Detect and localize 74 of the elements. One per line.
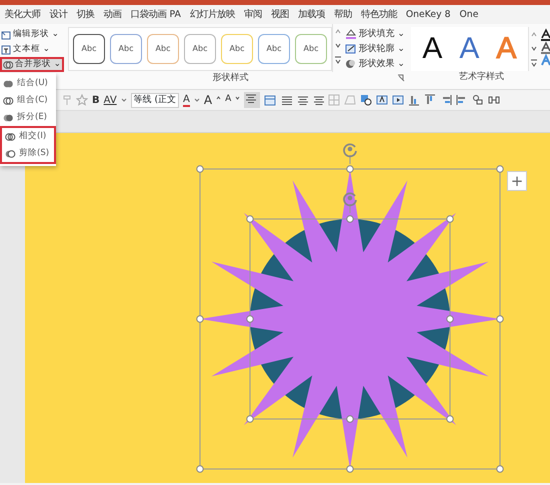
merge-shapes-icon xyxy=(3,60,13,70)
edit-shape-icon xyxy=(1,30,11,40)
group-label: 艺术字样式 xyxy=(458,71,506,84)
calendar-icon[interactable] xyxy=(264,94,276,106)
style-preset[interactable]: Abc xyxy=(110,34,142,64)
ribbon-tab[interactable]: One xyxy=(454,5,483,24)
ribbon-button[interactable]: 形状效果 ⌄ xyxy=(344,56,405,72)
ribbon-tab[interactable]: OneKey 8 xyxy=(401,5,455,24)
style-preset[interactable]: Abc xyxy=(221,34,253,64)
group-label: 形状样式 xyxy=(211,72,250,84)
star-icon[interactable] xyxy=(76,94,88,106)
ribbon-tab[interactable]: 帮助 xyxy=(329,5,356,24)
ribbon-tab[interactable]: 设计 xyxy=(45,5,72,24)
menu-item[interactable]: 结合(U) xyxy=(0,75,56,92)
bold-button[interactable]: B xyxy=(92,92,100,108)
menu-item[interactable]: 剪除(S) xyxy=(2,145,54,162)
ribbon-tab[interactable]: 加载项 xyxy=(293,5,330,24)
menu-item[interactable]: 组合(C) xyxy=(0,92,56,109)
decrease-font-button[interactable]: A xyxy=(225,93,232,107)
font-color-button[interactable]: A xyxy=(183,94,190,106)
align-left-icon[interactable] xyxy=(296,94,308,106)
outline-pen-icon xyxy=(344,43,356,55)
combine-icon xyxy=(3,96,14,106)
dialog-launcher-icon[interactable] xyxy=(396,74,405,82)
ribbon-tab[interactable]: 动画 xyxy=(99,5,126,24)
fragment-icon xyxy=(3,112,14,122)
align-right-icon[interactable] xyxy=(312,94,324,106)
increase-font-button[interactable]: A xyxy=(204,91,212,109)
arrange-icon[interactable] xyxy=(360,94,372,106)
fill-bucket-icon xyxy=(344,28,356,40)
align-top-icon[interactable] xyxy=(424,94,436,106)
menu-item[interactable]: 拆分(E) xyxy=(0,109,56,126)
style-preset[interactable]: Abc xyxy=(147,34,179,64)
text-box-icon[interactable] xyxy=(376,94,388,106)
group-icon[interactable] xyxy=(472,94,484,106)
ribbon-tab[interactable]: 口袋动画 PA xyxy=(126,5,186,24)
intersect-icon xyxy=(5,132,16,142)
font-field[interactable]: 等线 (正文 xyxy=(130,92,180,108)
menu-item[interactable]: 相交(I) xyxy=(2,128,54,145)
character-spacing-button[interactable]: AV xyxy=(104,92,117,108)
selection-frame[interactable] xyxy=(246,215,454,423)
align-justify-icon[interactable] xyxy=(280,94,292,106)
wordart-preset[interactable]: A xyxy=(450,34,488,64)
ribbon-tab[interactable]: 美化大师 xyxy=(0,5,45,24)
ribbon-tab[interactable]: 幻灯片放映 xyxy=(185,5,240,24)
text-box-icon xyxy=(1,44,11,54)
ribbon-tab[interactable]: 视图 xyxy=(266,5,294,24)
style-preset[interactable]: Abc xyxy=(184,34,216,64)
text-fill-icon[interactable] xyxy=(540,28,550,41)
rotate-handle[interactable] xyxy=(343,143,357,164)
subtract-icon xyxy=(5,148,16,158)
style-preset[interactable]: Abc xyxy=(73,34,105,64)
add-button[interactable]: + xyxy=(507,171,527,191)
ribbon-button[interactable]: 编辑形状 ⌄ xyxy=(0,27,64,42)
shape-effects-icon xyxy=(344,58,356,70)
style-preset[interactable]: Abc xyxy=(295,34,327,64)
ribbon-tab[interactable]: 特色功能 xyxy=(356,5,402,24)
style-preset[interactable]: Abc xyxy=(258,34,290,64)
ribbon-button[interactable]: 形状轮廓 ⌄ xyxy=(344,42,405,56)
rotate-handle[interactable] xyxy=(343,192,357,214)
ribbon-button[interactable]: 文本框 ⌄ xyxy=(0,42,64,57)
distribute-icon[interactable] xyxy=(488,94,500,106)
play-box-icon[interactable] xyxy=(392,94,404,106)
text-effects-icon[interactable] xyxy=(540,54,550,67)
wordart-preset[interactable]: A xyxy=(414,34,451,64)
ribbon-tab[interactable]: 审阅 xyxy=(239,5,266,24)
ribbon-tab[interactable]: 切换 xyxy=(72,5,99,24)
align-center-icon[interactable] xyxy=(244,92,260,108)
align-bottom-icon[interactable] xyxy=(408,94,420,106)
text-outline-icon[interactable] xyxy=(540,41,550,54)
align-right-edge-icon[interactable] xyxy=(440,94,452,106)
union-icon xyxy=(3,78,14,88)
ribbon-button[interactable]: 合并形状 ⌄ xyxy=(0,57,64,72)
ribbon-button[interactable]: 形状填充 ⌄ xyxy=(344,26,405,42)
